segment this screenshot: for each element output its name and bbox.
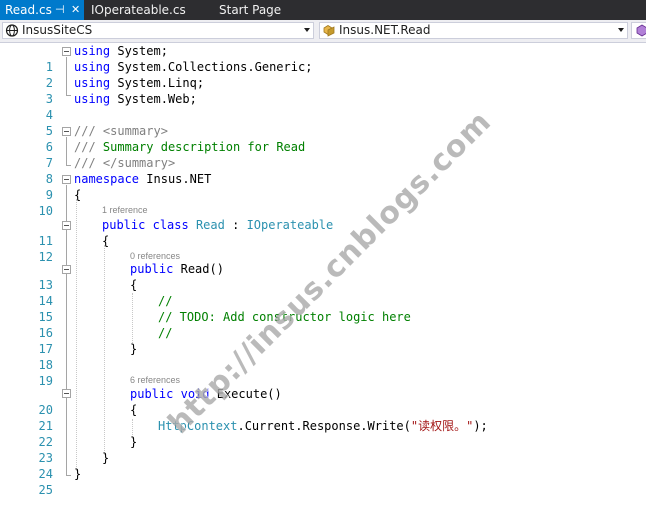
brace: } — [130, 342, 138, 356]
method-name: Execute() — [216, 387, 282, 401]
codelens-reference-count[interactable]: 6 references — [130, 373, 180, 387]
code-line: 12 { — [0, 233, 646, 264]
csharp-project-icon — [5, 24, 19, 37]
code-editor[interactable]: 1 using System; 2 using System.Collectio… — [0, 43, 646, 497]
keyword: using — [74, 76, 111, 90]
keyword: void — [180, 387, 210, 401]
brace: } — [130, 435, 138, 449]
doc-comment-prefix: /// — [74, 156, 96, 170]
class-name: Read — [195, 218, 225, 232]
namespace-name: Insus.NET — [146, 172, 212, 186]
doc-comment-tag: <summary> — [102, 124, 168, 138]
code-line: 7 /// Summary description for Read — [0, 139, 646, 170]
doc-comment-text: Summary description for Read — [102, 140, 306, 154]
keyword: public — [130, 387, 174, 401]
keyword: namespace — [74, 172, 140, 186]
doc-comment-prefix: /// — [74, 124, 96, 138]
code-line: 3 using System.Linq; — [0, 75, 646, 106]
tab-start-page[interactable]: Start Page — [210, 0, 314, 20]
navigation-bar: InsusSiteCS Insus.NET.Read — [0, 20, 646, 43]
namespace-ref: System.Web; — [117, 92, 197, 106]
namespace-ref: System.Collections.Generic; — [117, 60, 313, 74]
code-line: 17 // — [0, 325, 646, 356]
brace: } — [74, 467, 82, 481]
close-icon[interactable]: ✕ — [71, 0, 80, 20]
line-number: 25 — [38, 483, 53, 497]
namespace-ref: System; — [117, 44, 168, 58]
code-line: 16 // TODO: Add constructor logic here — [0, 309, 646, 340]
pin-icon[interactable]: ⊣ — [55, 0, 65, 20]
brace: { — [74, 188, 82, 202]
document-tab-strip: Read.cs ⊣ ✕ IOperateable.cs Start Page — [0, 0, 646, 20]
code-line: 19 — [0, 357, 646, 388]
code-line: 15 // — [0, 293, 646, 324]
codelens-method: 6 references — [0, 373, 646, 387]
string-literal: "读权限。" — [410, 419, 474, 433]
code-line: 6 /// <summary> — [0, 123, 646, 154]
keyword: class — [152, 218, 189, 232]
keyword: using — [74, 92, 111, 106]
brace: { — [130, 403, 138, 417]
comment: // — [158, 294, 173, 308]
keyword: public — [102, 218, 146, 232]
namespace-ref: System.Linq; — [117, 76, 205, 90]
codelens-reference-count[interactable]: 1 reference — [102, 203, 148, 217]
code-line: 8 /// </summary> — [0, 155, 646, 186]
doc-comment-tag: </summary> — [102, 156, 176, 170]
code-line: 14 { — [0, 277, 646, 308]
type-dropdown[interactable]: Insus.NET.Read — [319, 22, 628, 39]
chevron-down-icon — [304, 28, 310, 32]
code-line: 4 using System.Web; — [0, 91, 646, 122]
code-line: 25 } — [0, 466, 646, 497]
member-dropdown[interactable] — [631, 22, 646, 39]
code-line: 18 } — [0, 341, 646, 372]
doc-comment-prefix: /// — [74, 140, 96, 154]
tab-label: Start Page — [219, 3, 282, 17]
brace: { — [102, 234, 110, 248]
code-line: 2 using System.Collections.Generic; — [0, 59, 646, 90]
call-end: ); — [473, 419, 488, 433]
code-line: 23 } — [0, 434, 646, 465]
tab-ioperateable-cs[interactable]: IOperateable.cs — [86, 0, 210, 20]
tab-read-cs[interactable]: Read.cs ⊣ ✕ — [0, 0, 84, 20]
code-line: 1 using System; — [0, 43, 646, 74]
brace: { — [130, 278, 138, 292]
project-dropdown[interactable]: InsusSiteCS — [2, 22, 314, 39]
interface-name: IOperateable — [246, 218, 334, 232]
method-icon — [636, 24, 646, 37]
constructor-name: Read() — [180, 262, 224, 276]
brace: } — [102, 451, 110, 465]
chevron-down-icon — [618, 28, 624, 32]
code-line: 9 namespace Insus.NET — [0, 171, 646, 202]
code-line: 5 — [0, 107, 646, 138]
member-access: .Current.Response.Write( — [237, 419, 411, 433]
code-line: 13 public Read() — [0, 261, 646, 292]
type-name: HttpContext — [158, 419, 238, 433]
keyword: using — [74, 44, 111, 58]
code-line: 20 public void Execute() — [0, 386, 646, 417]
project-name: InsusSiteCS — [22, 23, 93, 37]
tab-label: IOperateable.cs — [91, 3, 186, 17]
type-name: Insus.NET.Read — [339, 23, 431, 37]
keyword: public — [130, 262, 174, 276]
comment: // — [158, 326, 173, 340]
code-line: 22 HttpContext.Current.Response.Write("读… — [0, 418, 646, 449]
todo-comment: // TODO: Add constructor logic here — [158, 310, 411, 324]
tab-label: Read.cs — [5, 3, 52, 17]
codelens-class: 1 reference — [0, 203, 646, 217]
code-line: 11 public class Read : IOperateable — [0, 217, 646, 248]
keyword: using — [74, 60, 111, 74]
colon: : — [232, 218, 240, 232]
class-icon — [323, 25, 335, 37]
code-line: 24 } — [0, 450, 646, 481]
code-line: 10 { — [0, 187, 646, 218]
code-line: 21 { — [0, 402, 646, 433]
